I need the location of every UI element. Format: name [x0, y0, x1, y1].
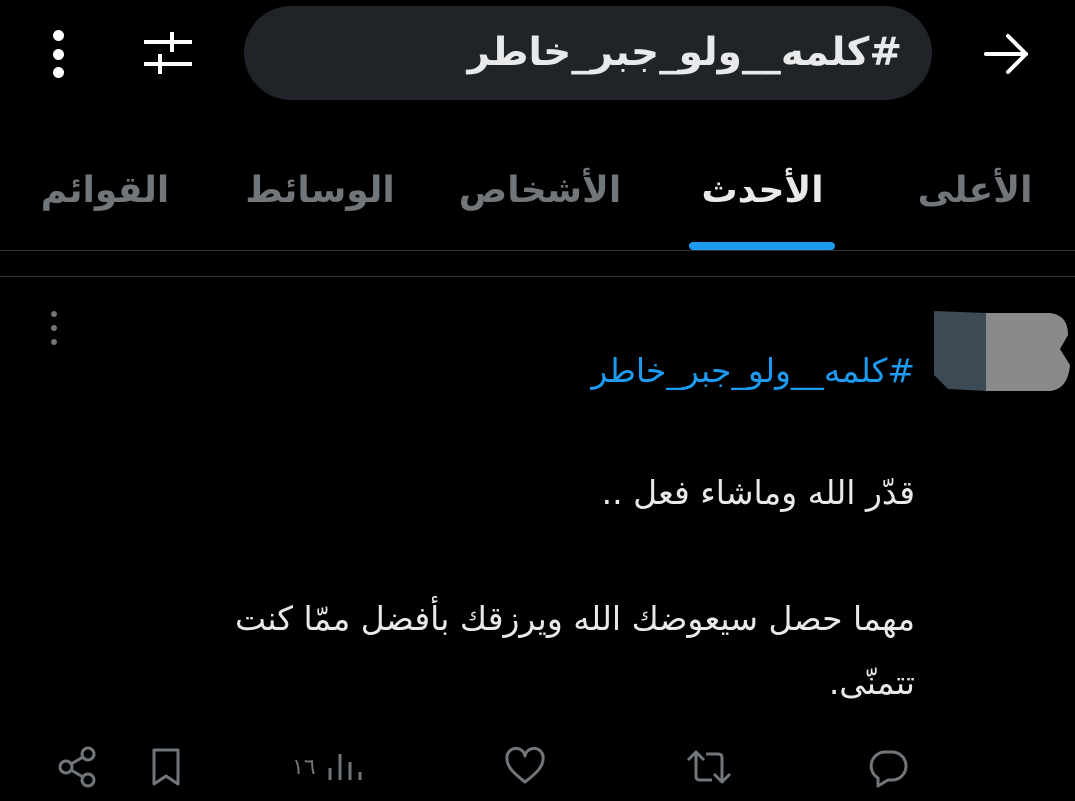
- bookmark-icon: [152, 748, 180, 786]
- tab-people[interactable]: الأشخاص: [445, 130, 635, 250]
- tab-lists[interactable]: القوائم: [30, 130, 180, 250]
- share-button[interactable]: [54, 737, 100, 797]
- avatar[interactable]: [900, 305, 1072, 395]
- like-button[interactable]: [502, 737, 548, 797]
- active-tab-indicator: [689, 242, 835, 250]
- tab-latest[interactable]: الأحدث: [680, 130, 845, 250]
- tweet-text-line: تتمنّى.: [828, 663, 915, 702]
- reply-button[interactable]: [866, 737, 912, 797]
- search-tabs: الأعلى الأحدث الأشخاص الوسائط القوائم: [0, 130, 1075, 250]
- retweet-button[interactable]: [684, 737, 734, 797]
- views-button[interactable]: ١٦: [292, 737, 364, 797]
- search-query: #كلمه__ولو_جبر_خاطر: [467, 30, 902, 75]
- tweet-hashtag-link[interactable]: #كلمه__ولو_جبر_خاطر: [591, 351, 915, 390]
- top-bar: #كلمه__ولو_جبر_خاطر: [0, 0, 1075, 110]
- retweet-icon: [686, 750, 732, 784]
- tweet-text-line: مهما حصل سيعوضك الله ويرزقك بأفضل ممّا ك…: [234, 599, 915, 638]
- tab-label: الوسائط: [245, 169, 395, 211]
- tweet-actions: ١٦: [0, 737, 1075, 797]
- tab-label: الأعلى: [917, 169, 1033, 211]
- tab-media[interactable]: الوسائط: [235, 130, 405, 250]
- analytics-icon: [328, 754, 362, 780]
- tab-top[interactable]: الأعلى: [900, 130, 1050, 250]
- share-icon: [58, 746, 96, 788]
- bookmark-button[interactable]: [146, 737, 186, 797]
- heart-icon: [505, 746, 545, 784]
- views-count: ١٦: [292, 754, 316, 780]
- arrow-right-icon[interactable]: [976, 28, 1036, 80]
- tweet[interactable]: #كلمه__ولو_جبر_خاطر قدّر الله وماشاء فعل…: [0, 277, 1075, 801]
- tab-label: الأحدث: [701, 169, 824, 211]
- search-input[interactable]: #كلمه__ولو_جبر_خاطر: [244, 6, 932, 100]
- tab-label: الأشخاص: [458, 169, 622, 211]
- reply-icon: [869, 750, 908, 788]
- divider: [0, 250, 1075, 251]
- vertical-dots-icon[interactable]: [36, 28, 80, 80]
- sliders-icon[interactable]: [138, 26, 198, 80]
- tab-label: القوائم: [40, 169, 170, 211]
- tweet-text-line: قدّر الله وماشاء فعل ..: [601, 473, 915, 512]
- more-dots-icon[interactable]: [44, 311, 64, 345]
